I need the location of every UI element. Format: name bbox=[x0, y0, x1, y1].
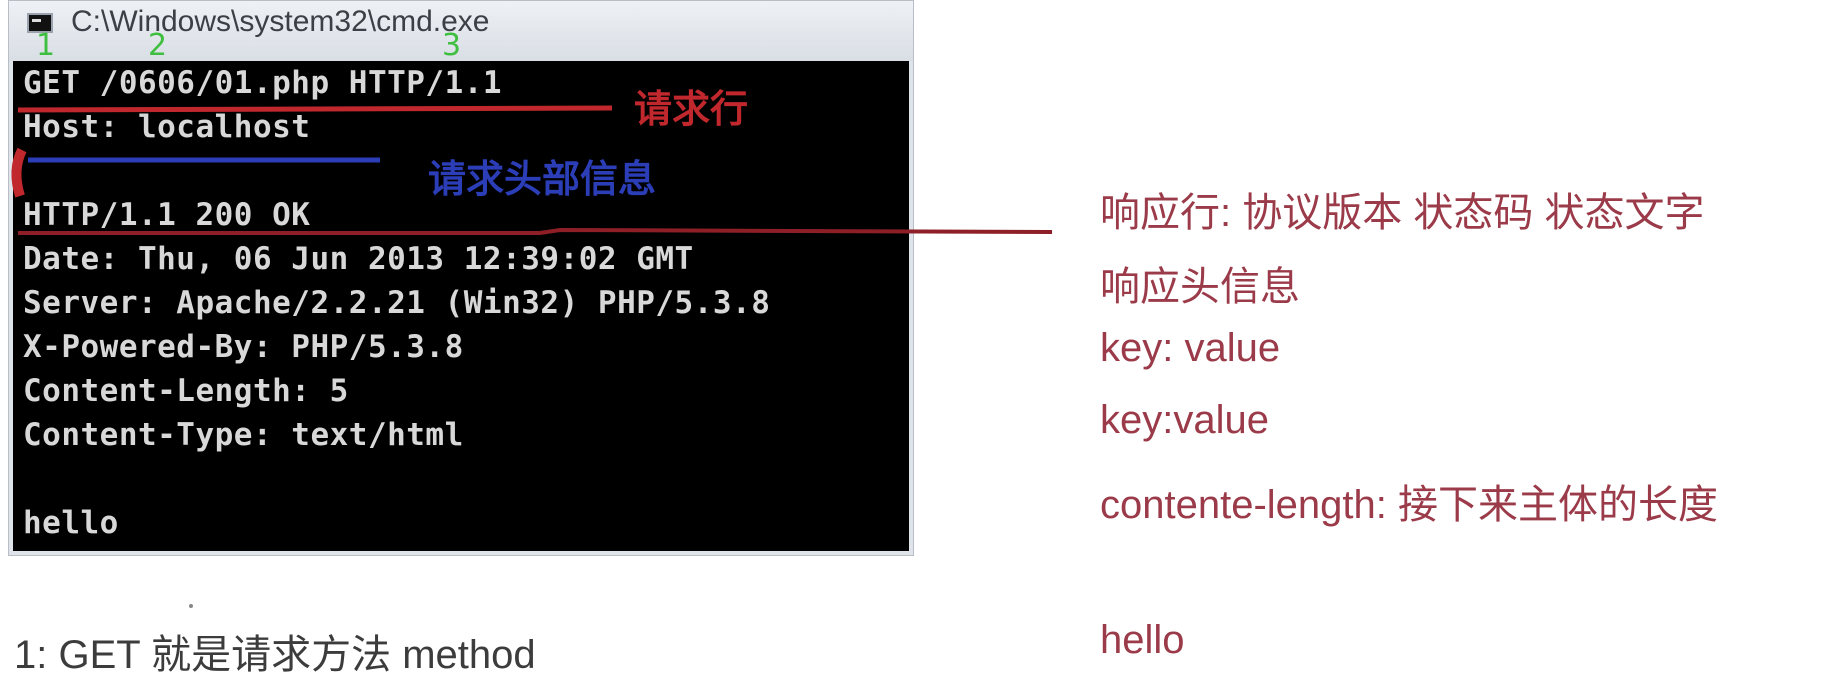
console-line: Server: Apache/2.2.21 (Win32) PHP/5.3.8 bbox=[23, 285, 771, 321]
bottom-note: 1: GET 就是请求方法 method bbox=[14, 633, 536, 677]
note-content-length: contente-length: 接下来主体的长度 bbox=[1100, 483, 1718, 527]
annotation-strokes bbox=[11, 105, 1053, 235]
console-line: Content-Length: 5 bbox=[23, 373, 349, 409]
console-line: Content-Type: text/html bbox=[23, 417, 464, 453]
request-headers-label: 请求头部信息 bbox=[428, 157, 657, 201]
response-line-connector bbox=[18, 227, 1053, 235]
console-line: X-Powered-By: PHP/5.3.8 bbox=[23, 329, 464, 365]
stray-dot bbox=[189, 604, 193, 608]
console-line: hello bbox=[23, 505, 119, 541]
note-key-value-2: key:value bbox=[1100, 398, 1269, 442]
red-bracket-mark bbox=[11, 147, 27, 198]
request-line-underline bbox=[17, 105, 613, 113]
note-hello: hello bbox=[1100, 618, 1185, 662]
note-response-headers: 响应头信息 bbox=[1100, 265, 1300, 309]
note-key-value-1: key: value bbox=[1100, 326, 1281, 370]
note-response-line: 响应行: 协议版本 状态码 状态文字 bbox=[1100, 191, 1705, 235]
request-line-label: 请求行 bbox=[634, 87, 749, 131]
